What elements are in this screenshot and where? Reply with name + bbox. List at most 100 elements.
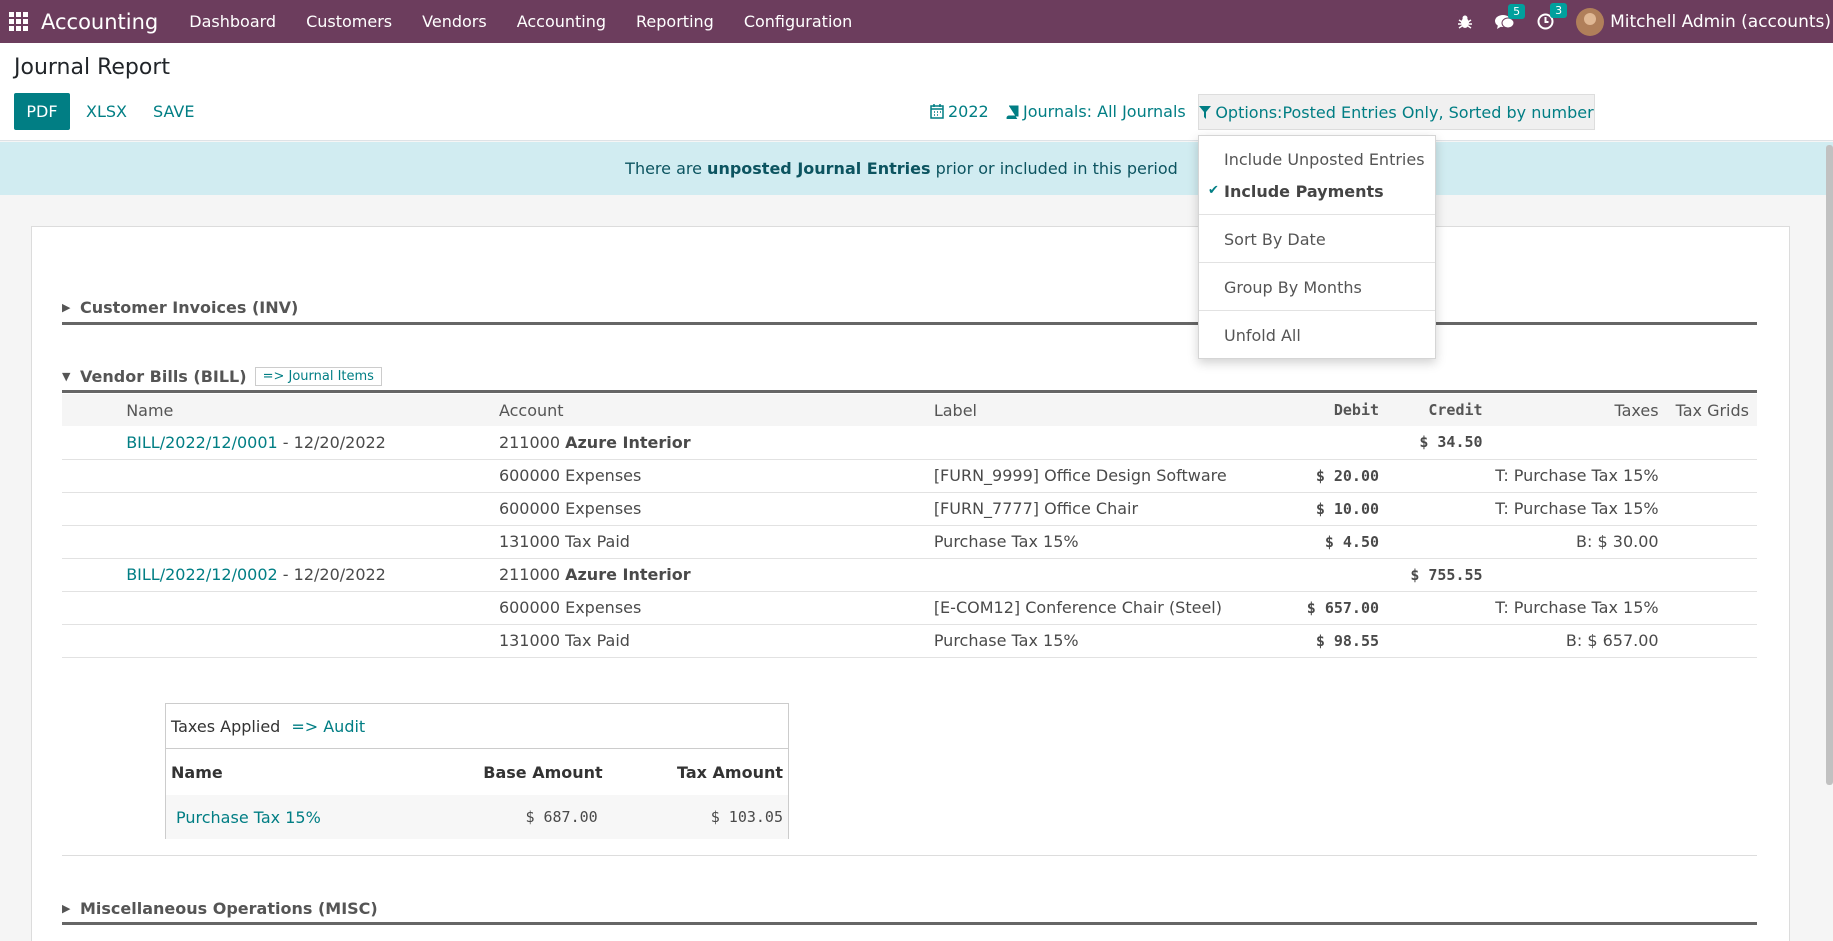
line-label: [FURN_9999] Office Design Software xyxy=(933,459,1266,493)
control-panel: Journal Report PDF XLSX SAVE 2022 Journa… xyxy=(0,43,1833,141)
alert-prefix: There are xyxy=(625,159,708,178)
credit-amount xyxy=(1379,624,1483,658)
menu-dashboard[interactable]: Dashboard xyxy=(174,12,291,31)
account-code: 131000 Tax Paid xyxy=(498,532,630,551)
app-brand[interactable]: Accounting xyxy=(41,10,158,34)
credit-amount: $ 755.55 xyxy=(1379,558,1483,592)
move-date: - 12/20/2022 xyxy=(277,565,386,584)
journal-lines-table: Name Account Label Debit Credit Taxes Ta… xyxy=(62,394,1757,658)
journals-filter[interactable]: Journals: All Journals xyxy=(1006,102,1186,121)
tax-grids-value xyxy=(1658,591,1757,625)
tax-col-name: Name xyxy=(171,762,223,782)
debit-amount: $ 20.00 xyxy=(1265,459,1380,493)
activities-icon[interactable]: 3 xyxy=(1537,3,1568,30)
menu-reporting[interactable]: Reporting xyxy=(621,12,729,31)
debit-amount: $ 657.00 xyxy=(1265,591,1380,625)
move-link[interactable]: BILL/2022/12/0002 xyxy=(126,565,278,584)
option-group-by-months[interactable]: Group By Months xyxy=(1199,278,1435,297)
debit-amount: $ 10.00 xyxy=(1265,492,1380,526)
option-unfold-all[interactable]: Unfold All xyxy=(1199,326,1435,345)
messages-badge: 5 xyxy=(1508,3,1526,19)
debug-icon[interactable] xyxy=(1457,14,1473,30)
col-debit: Debit xyxy=(1265,394,1380,426)
table-row: 131000 Tax Paid Purchase Tax 15% $ 98.55 B:… xyxy=(62,624,1757,658)
period-filter[interactable]: 2022 xyxy=(930,102,989,121)
tax-grids-value xyxy=(1658,492,1757,526)
move-link[interactable]: BILL/2022/12/0001 xyxy=(126,433,278,452)
tax-grids-value xyxy=(1658,525,1757,559)
partner-name: Azure Interior xyxy=(565,565,691,584)
menu-configuration[interactable]: Configuration xyxy=(729,12,868,31)
credit-amount xyxy=(1379,591,1483,625)
messages-icon[interactable]: 5 xyxy=(1495,3,1526,30)
section-misc-operations[interactable]: ▶ Miscellaneous Operations (MISC) xyxy=(62,899,378,918)
col-account: Account xyxy=(498,394,934,426)
tax-name-link[interactable]: Purchase Tax 15% xyxy=(176,808,321,827)
account-code: 211000 xyxy=(498,565,566,584)
table-row: BILL/2022/12/0002 - 12/20/2022 211000 Azu… xyxy=(62,558,1757,592)
taxes-value xyxy=(1482,558,1659,592)
pdf-button[interactable]: PDF xyxy=(14,93,70,130)
credit-amount: $ 34.50 xyxy=(1379,426,1483,460)
tax-grids-value xyxy=(1658,459,1757,493)
user-avatar[interactable] xyxy=(1576,7,1605,36)
tax-grids-value xyxy=(1658,558,1757,592)
audit-link[interactable]: => Audit xyxy=(291,717,365,736)
section-customer-invoices[interactable]: ▶ Customer Invoices (INV) xyxy=(62,298,298,317)
taxes-table: Name Base Amount Tax Amount Purchase Tax… xyxy=(166,749,788,839)
menu-vendors[interactable]: Vendors xyxy=(407,12,502,31)
calendar-icon xyxy=(930,104,944,119)
save-button[interactable]: SAVE xyxy=(153,102,194,121)
account-code: 600000 Expenses xyxy=(498,598,642,617)
option-include-unposted[interactable]: Include Unposted Entries xyxy=(1199,150,1435,169)
line-label: [FURN_7777] Office Chair xyxy=(933,492,1266,526)
table-row: 600000 Expenses [FURN_9999] Office Design… xyxy=(62,459,1757,493)
table-row: 600000 Expenses [FURN_7777] Office Chair $… xyxy=(62,492,1757,526)
period-label: 2022 xyxy=(948,102,989,121)
page-title: Journal Report xyxy=(14,55,171,80)
account-code: 131000 Tax Paid xyxy=(498,631,630,650)
caret-right-icon: ▶ xyxy=(62,301,71,314)
menu-accounting[interactable]: Accounting xyxy=(502,12,621,31)
col-credit: Credit xyxy=(1379,394,1483,426)
tax-grids-value xyxy=(1658,624,1757,658)
alert-suffix: prior or included in this period xyxy=(930,159,1178,178)
section-title: Vendor Bills (BILL) xyxy=(80,367,247,386)
credit-amount xyxy=(1379,525,1483,559)
taxes-value: T: Purchase Tax 15% xyxy=(1482,459,1659,493)
caret-right-icon: ▶ xyxy=(62,902,71,915)
taxes-value: T: Purchase Tax 15% xyxy=(1482,591,1659,625)
debit-amount: $ 4.50 xyxy=(1265,525,1380,559)
credit-amount xyxy=(1379,459,1483,493)
option-include-payments[interactable]: ✔ Include Payments xyxy=(1199,182,1435,201)
col-taxes: Taxes xyxy=(1482,394,1659,426)
taxes-applied-title: Taxes Applied xyxy=(171,716,281,736)
options-filter-button[interactable]: Options:Posted Entries Only, Sorted by n… xyxy=(1198,94,1595,130)
line-label: [E-COM12] Conference Chair (Steel) xyxy=(933,591,1266,625)
option-sort-by-date[interactable]: Sort By Date xyxy=(1199,230,1435,249)
col-tax-grids: Tax Grids xyxy=(1658,394,1757,426)
scrollbar[interactable] xyxy=(1826,145,1833,785)
xlsx-button[interactable]: XLSX xyxy=(86,102,127,121)
top-navbar: Accounting Dashboard Customers Vendors A… xyxy=(0,0,1833,43)
journal-items-link[interactable]: => Journal Items xyxy=(254,367,382,386)
apps-menu-icon[interactable] xyxy=(0,0,36,43)
tax-base-amount: $ 687.00 xyxy=(406,795,608,839)
partner-name: Azure Interior xyxy=(565,432,691,452)
table-header: Name Account Label Debit Credit Taxes Ta… xyxy=(62,394,1757,426)
tax-col-amount: Tax Amount xyxy=(676,762,783,782)
unposted-alert: There are unposted Journal Entries prior… xyxy=(0,142,1833,195)
user-menu[interactable]: Mitchell Admin (accounts) xyxy=(1610,12,1831,32)
debit-amount xyxy=(1265,558,1380,592)
table-row: 600000 Expenses [E-COM12] Conference Chai… xyxy=(62,591,1757,625)
option-label: Include Payments xyxy=(1224,182,1384,201)
section-title: Miscellaneous Operations (MISC) xyxy=(80,899,378,918)
account-code: 600000 Expenses xyxy=(498,466,642,485)
menu-customers[interactable]: Customers xyxy=(291,12,407,31)
alert-bold-text: unposted Journal Entries xyxy=(707,159,931,178)
line-label xyxy=(933,558,1266,592)
section-vendor-bills[interactable]: ▼ Vendor Bills (BILL) => Journal Items xyxy=(62,367,382,386)
taxes-value xyxy=(1482,426,1659,460)
col-label: Label xyxy=(933,394,1266,426)
line-label xyxy=(933,426,1266,460)
